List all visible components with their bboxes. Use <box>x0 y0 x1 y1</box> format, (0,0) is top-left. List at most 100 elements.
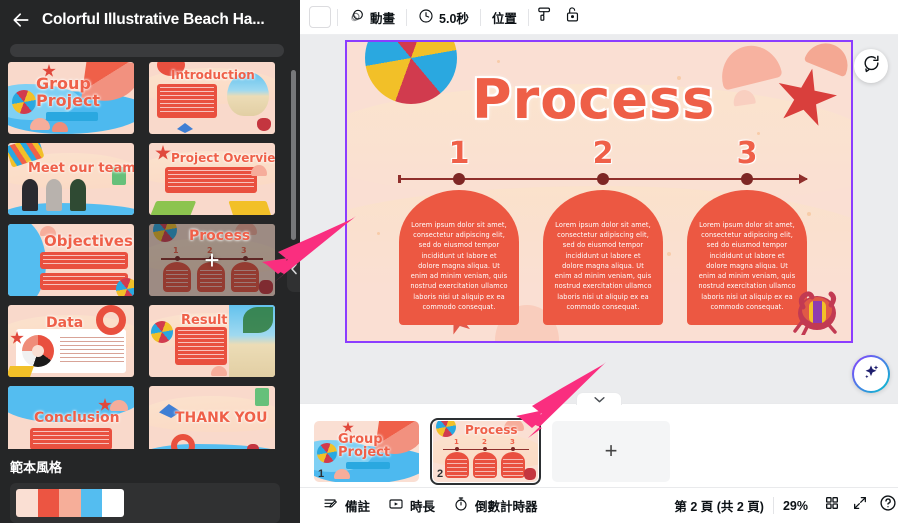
element-toolbar: 動畫 5.0秒 位置 <box>300 0 898 35</box>
template-thumb-label: Group Project <box>36 74 101 110</box>
step-body: Lorem ipsum dolor sit amet, consectetur … <box>554 221 652 311</box>
palette-swatch <box>102 489 124 517</box>
color-swatch-button[interactable] <box>309 6 331 28</box>
step-number[interactable]: 1 <box>449 136 470 171</box>
step-number[interactable]: 2 <box>593 136 614 171</box>
template-thumb-label: Process <box>189 228 251 244</box>
search-input[interactable] <box>10 44 284 57</box>
template-thumb-conclusion[interactable]: Conclusion <box>8 386 134 458</box>
timer-label: 倒數計時器 <box>475 500 538 514</box>
duration-button[interactable]: 5.0秒 <box>409 3 478 31</box>
position-button[interactable]: 位置 <box>483 3 526 31</box>
slide-filmstrip-panel: Group Project 1 1 2 3 Process 2 + <box>300 392 898 488</box>
paint-roller-button[interactable] <box>531 3 559 31</box>
magic-ai-button[interactable] <box>852 355 890 393</box>
add-template-icon[interactable]: + <box>204 247 219 273</box>
countdown-timer-button[interactable]: 倒數計時器 <box>444 492 547 519</box>
shell-icon <box>715 42 783 91</box>
toolbar-divider <box>527 8 529 26</box>
palette-swatch <box>16 489 38 517</box>
palette-swatch <box>37 489 60 517</box>
template-thumb-label: Project Overview <box>171 151 275 165</box>
template-thumb-label: Data <box>46 315 84 331</box>
slide-number: 2 <box>437 467 444 480</box>
template-thumb-label: Meet our team <box>28 161 134 176</box>
templates-grid: Group Project Introduction Meet our team… <box>0 62 292 458</box>
status-bar: 備註 時長 倒數計時器 第 2 頁 (共 2 頁) 29% <box>300 487 898 523</box>
toolbar-divider <box>337 8 338 26</box>
help-icon <box>879 494 897 517</box>
filmstrip-slide-2[interactable]: 1 2 3 Process 2 <box>430 417 541 485</box>
slide-content: Process 1 2 3 Lorem ipsum dolor sit amet… <box>347 42 851 341</box>
template-thumb-label: Result <box>181 313 228 328</box>
slide-canvas[interactable]: Process 1 2 3 Lorem ipsum dolor sit amet… <box>345 40 853 343</box>
status-divider <box>772 497 774 514</box>
fullscreen-icon <box>852 495 868 516</box>
page-indicator: 第 2 頁 (共 2 頁) <box>674 500 764 514</box>
position-label: 位置 <box>491 11 517 26</box>
step-body: Lorem ipsum dolor sit amet, consectetur … <box>410 221 508 311</box>
templates-sidebar: Colorful Illustrative Beach Ha... Group P… <box>0 0 300 523</box>
lock-button[interactable] <box>559 3 587 31</box>
filmstrip-slide-label: Group Project <box>338 431 391 461</box>
template-thumb-group-project[interactable]: Group Project <box>8 62 134 134</box>
template-thumb-process[interactable]: 1 2 3 Process + <box>149 224 275 296</box>
template-thumb-data[interactable]: Data <box>8 305 134 377</box>
paint-roller-icon <box>536 6 553 28</box>
timeline-icon <box>388 496 404 515</box>
sidebar-header: Colorful Illustrative Beach Ha... <box>0 0 300 40</box>
presentation-editor: Colorful Illustrative Beach Ha... Group P… <box>0 0 898 523</box>
zoom-level[interactable]: 29% <box>783 499 808 513</box>
duration-button[interactable]: 時長 <box>379 492 444 519</box>
template-thumb-meet-our-team[interactable]: Meet our team <box>8 143 134 215</box>
step-card[interactable]: Lorem ipsum dolor sit amet, consectetur … <box>543 190 663 325</box>
slide-title[interactable]: Process <box>472 68 715 131</box>
clock-icon <box>418 8 434 27</box>
step-body: Lorem ipsum dolor sit amet, consectetur … <box>698 221 796 311</box>
template-thumb-thank-you[interactable]: THANK YOU <box>149 386 275 458</box>
notes-button[interactable]: 備註 <box>314 492 379 519</box>
grid-view-icon <box>824 495 840 516</box>
template-thumb-objectives[interactable]: Objectives <box>8 224 134 296</box>
slide-filmstrip: Group Project 1 1 2 3 Process 2 + <box>300 404 898 488</box>
step-number[interactable]: 3 <box>737 136 758 171</box>
step-card[interactable]: Lorem ipsum dolor sit amet, consectetur … <box>399 190 519 325</box>
filmstrip-slide-1[interactable]: Group Project 1 <box>314 420 419 482</box>
templates-scroll-area[interactable]: Group Project Introduction Meet our team… <box>0 62 292 462</box>
add-slide-button[interactable]: + <box>552 420 670 482</box>
fullscreen-button[interactable] <box>846 492 874 520</box>
template-thumb-project-overview[interactable]: Project Overview <box>149 143 275 215</box>
slide-number: 1 <box>318 467 325 480</box>
template-thumb-result[interactable]: Result <box>149 305 275 377</box>
grid-view-button[interactable] <box>818 492 846 520</box>
animate-button[interactable]: 動畫 <box>340 3 404 31</box>
timeline-dot <box>741 173 753 185</box>
editor-main: 動畫 5.0秒 位置 Process 1 2 3 Lorem ipsum dol… <box>300 0 898 523</box>
help-button[interactable] <box>874 492 898 520</box>
template-style-card[interactable] <box>10 483 280 523</box>
palette-swatch <box>80 489 103 517</box>
toolbar-divider <box>406 8 408 26</box>
add-comment-icon <box>862 54 881 78</box>
sidebar-scrollbar[interactable] <box>291 70 296 240</box>
timeline-dot <box>597 173 609 185</box>
slide-canvas-area[interactable]: Process 1 2 3 Lorem ipsum dolor sit amet… <box>300 35 898 403</box>
template-thumb-introduction[interactable]: Introduction <box>149 62 275 134</box>
toolbar-divider <box>479 8 481 26</box>
sidebar-collapse-button[interactable] <box>287 246 300 292</box>
notes-icon <box>323 496 339 515</box>
back-arrow-icon[interactable] <box>10 9 32 31</box>
magic-sparkle-icon <box>861 362 881 387</box>
animate-icon <box>349 8 365 27</box>
timeline-arrow <box>398 173 808 185</box>
template-thumb-label: Conclusion <box>34 410 120 426</box>
duration-label: 5.0秒 <box>439 11 469 26</box>
template-style-section: 範本風格 <box>0 449 300 523</box>
add-comment-button[interactable] <box>854 49 888 83</box>
unlock-icon <box>564 6 581 28</box>
notes-label: 備註 <box>345 500 371 514</box>
filmstrip-slide-label: Process <box>465 422 518 437</box>
filmstrip-collapse-button[interactable] <box>576 392 622 405</box>
crab-icon <box>787 277 843 337</box>
color-palette[interactable] <box>16 489 124 517</box>
